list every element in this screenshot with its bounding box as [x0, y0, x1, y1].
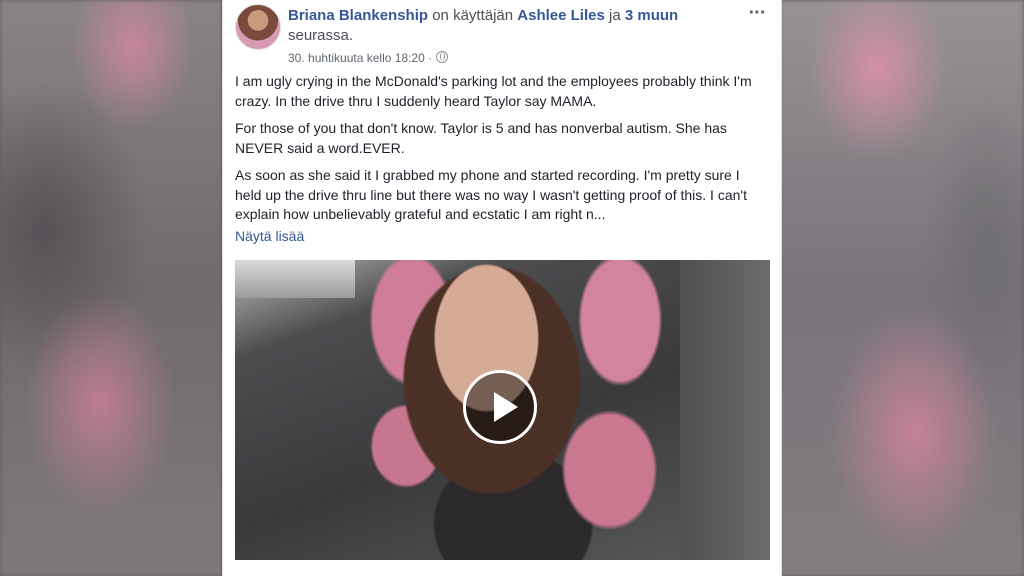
- with-prefix-text: on käyttäjän: [428, 7, 518, 24]
- location-suffix-text: seurassa.: [288, 27, 354, 44]
- car-seat-edge: [680, 260, 770, 560]
- post-meta: 30. huhtikuuta kello 18:20 ·: [288, 50, 449, 66]
- facebook-post: Briana Blankenship on käyttäjän Ashlee L…: [222, 0, 782, 576]
- globe-icon[interactable]: [436, 51, 449, 63]
- post-header: Briana Blankenship on käyttäjän Ashlee L…: [235, 3, 769, 68]
- blurred-background-right: [780, 0, 1024, 576]
- author-avatar[interactable]: [235, 4, 281, 50]
- author-line: Briana Blankenship on käyttäjän Ashlee L…: [288, 6, 708, 46]
- post-paragraph-3: As soon as she said it I grabbed my phon…: [235, 167, 747, 222]
- author-name-link[interactable]: Briana Blankenship: [288, 7, 428, 24]
- with-suffix-text: ja: [604, 7, 625, 24]
- others-link[interactable]: 3 muun: [625, 7, 678, 24]
- tagged-user-link[interactable]: Ashlee Liles: [517, 7, 605, 24]
- post-paragraph-1: I am ugly crying in the McDonald's parki…: [235, 73, 752, 109]
- play-icon: [494, 392, 518, 422]
- see-more-link[interactable]: Näytä lisää: [235, 227, 769, 247]
- video-player[interactable]: [235, 260, 770, 560]
- post-body: I am ugly crying in the McDonald's parki…: [235, 72, 769, 246]
- blurred-background-left: [0, 0, 222, 576]
- play-button[interactable]: [463, 370, 537, 444]
- timestamp-link[interactable]: 30. huhtikuuta kello 18:20 ·: [288, 51, 432, 65]
- post-paragraph-2: For those of you that don't know. Taylor…: [235, 120, 727, 156]
- car-window: [235, 260, 355, 298]
- more-options-icon[interactable]: ···: [745, 3, 769, 24]
